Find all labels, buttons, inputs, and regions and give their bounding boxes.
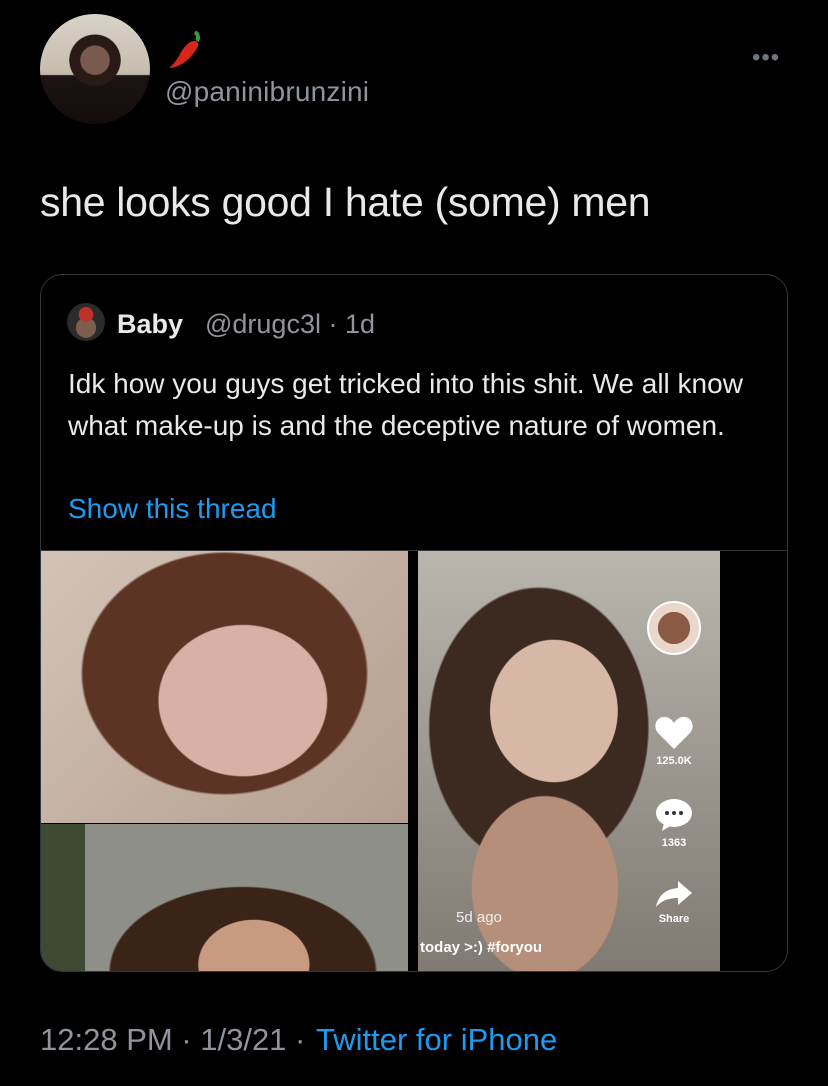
tiktok-sidebar: 125.0K 1363 Share bbox=[646, 601, 702, 925]
tiktok-avatar bbox=[647, 601, 701, 655]
photo-2[interactable] bbox=[41, 824, 408, 971]
quoted-user-name[interactable]: Baby bbox=[117, 309, 183, 340]
user-handle[interactable]: @paninibrunzini bbox=[165, 76, 369, 108]
tiktok-time-ago: 5d ago bbox=[456, 909, 502, 926]
profile-avatar[interactable] bbox=[40, 14, 150, 124]
hot-pepper-icon bbox=[169, 30, 201, 68]
more-icon[interactable]: ••• bbox=[752, 44, 780, 72]
show-thread-link[interactable]: Show this thread bbox=[68, 493, 277, 525]
tweet-source[interactable]: Twitter for iPhone bbox=[316, 1022, 557, 1058]
tiktok-caption: today >:) #foryou bbox=[420, 939, 543, 956]
photo-1[interactable] bbox=[41, 551, 408, 823]
quoted-tweet-card[interactable]: Baby @drugc3l · 1d Idk how you guys get … bbox=[40, 274, 788, 972]
tweet-text: she looks good I hate (some) men bbox=[40, 179, 651, 225]
media-grid: 125.0K 1363 Share 5d ago today >:) #fory… bbox=[41, 550, 787, 971]
likes-count: 125.0K bbox=[656, 755, 692, 767]
comments-count: 1363 bbox=[661, 837, 687, 849]
heart-icon bbox=[655, 716, 693, 749]
quoted-user-avatar[interactable] bbox=[67, 303, 105, 341]
share-icon bbox=[656, 881, 692, 907]
quoted-tweet-text: Idk how you guys get tricked into this s… bbox=[68, 368, 743, 441]
quoted-user-meta: @drugc3l · 1d bbox=[205, 309, 375, 339]
comment-icon bbox=[656, 799, 692, 831]
photo-3-tiktok-screenshot[interactable]: 125.0K 1363 Share 5d ago today >:) #fory… bbox=[418, 551, 720, 971]
tweet-timestamp[interactable]: 12:28 PM · 1/3/21 · bbox=[40, 1022, 305, 1058]
share-label: Share bbox=[658, 913, 690, 925]
